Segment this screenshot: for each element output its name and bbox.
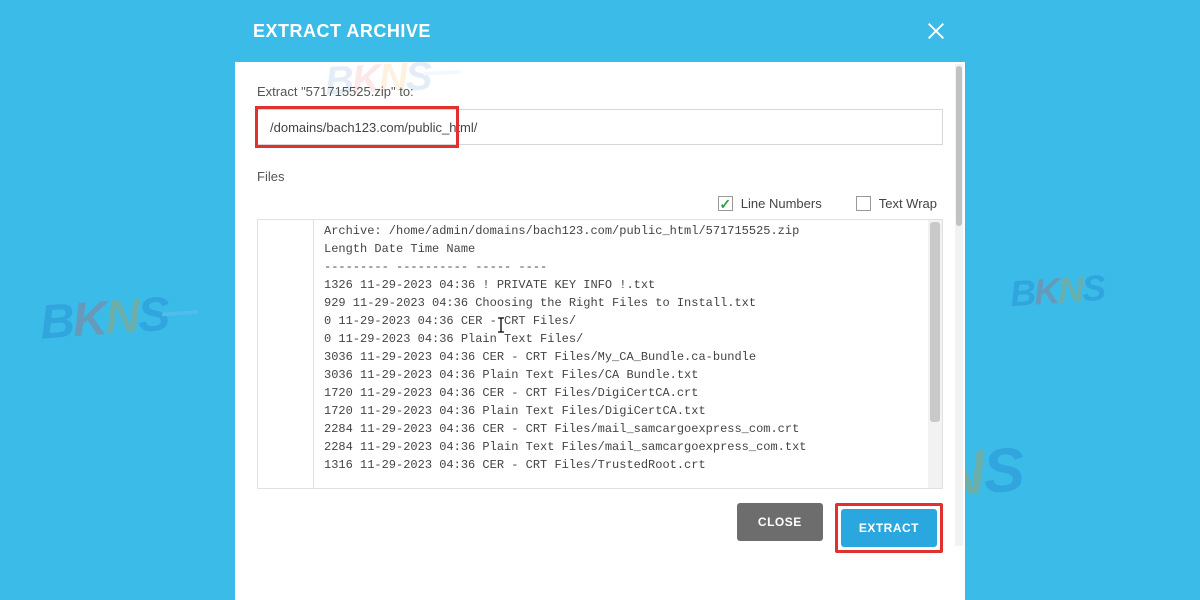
file-list-scrollbar[interactable]	[928, 220, 942, 488]
line-content: 3036 11-29-2023 04:36 CER - CRT Files/My…	[314, 350, 756, 364]
line-content: 0 11-29-2023 04:36 CER - CRT Files/	[314, 314, 576, 328]
line-content: Length Date Time Name	[314, 242, 475, 256]
line-content: --------- ---------- ----- ----	[314, 260, 547, 274]
file-list-line: 4.1326 11-29-2023 04:36 ! PRIVATE KEY IN…	[258, 276, 942, 294]
extract-path-input[interactable]	[257, 109, 943, 145]
text-wrap-checkbox[interactable]: Text Wrap	[856, 196, 937, 211]
line-content: 2284 11-29-2023 04:36 CER - CRT Files/ma…	[314, 422, 799, 436]
watermark-letter: N	[1057, 268, 1084, 311]
file-list-line: 12.2284 11-29-2023 04:36 CER - CRT Files…	[258, 420, 942, 438]
file-list-line: 9.3036 11-29-2023 04:36 Plain Text Files…	[258, 366, 942, 384]
line-content: 1720 11-29-2023 04:36 Plain Text Files/D…	[314, 404, 706, 418]
highlight-frame: EXTRACT	[835, 503, 943, 553]
file-list-line: 2.Length Date Time Name	[258, 240, 942, 258]
watermark-letter: N	[104, 290, 140, 345]
watermark-letter: K	[71, 292, 107, 347]
line-content: 0 11-29-2023 04:36 Plain Text Files/	[314, 332, 583, 346]
checkbox-icon	[856, 196, 871, 211]
watermark-letter: B	[1009, 272, 1036, 315]
file-list-line: 1.Archive: /home/admin/domains/bach123.c…	[258, 222, 942, 240]
dialog-buttons: CLOSE EXTRACT	[257, 503, 943, 553]
line-content: 1720 11-29-2023 04:36 CER - CRT Files/Di…	[314, 386, 698, 400]
file-list-line: 14.1316 11-29-2023 04:36 CER - CRT Files…	[258, 456, 942, 474]
file-list: 1.Archive: /home/admin/domains/bach123.c…	[257, 219, 943, 489]
dialog-body: BKNS— BKNS— Extract "571715525.zip" to: …	[235, 62, 965, 600]
extract-to-label: Extract "571715525.zip" to:	[257, 84, 943, 99]
file-list-line: 3.--------- ---------- ----- ----	[258, 258, 942, 276]
line-content: Archive: /home/admin/domains/bach123.com…	[314, 224, 799, 238]
watermark-letter: K	[1033, 270, 1060, 313]
watermark-letter: S	[136, 288, 170, 343]
close-button[interactable]: CLOSE	[737, 503, 823, 541]
extract-button[interactable]: EXTRACT	[841, 509, 937, 547]
line-content: 1326 11-29-2023 04:36 ! PRIVATE KEY INFO…	[314, 278, 655, 292]
line-number-gutter	[258, 220, 314, 488]
file-list-line: 6.0 11-29-2023 04:36 CER - CRT Files/	[258, 312, 942, 330]
watermark-letter: S	[981, 435, 1025, 507]
file-list-line: 8.3036 11-29-2023 04:36 CER - CRT Files/…	[258, 348, 942, 366]
scrollbar-thumb[interactable]	[930, 222, 940, 422]
dialog-scrollbar[interactable]	[955, 64, 963, 546]
files-section-label: Files	[257, 169, 943, 184]
checkbox-label: Line Numbers	[741, 196, 822, 211]
line-numbers-checkbox[interactable]: Line Numbers	[718, 196, 822, 211]
line-content: 929 11-29-2023 04:36 Choosing the Right …	[314, 296, 756, 310]
scrollbar-thumb[interactable]	[956, 66, 962, 226]
line-content: 2284 11-29-2023 04:36 Plain Text Files/m…	[314, 440, 806, 454]
line-content: 3036 11-29-2023 04:36 Plain Text Files/C…	[314, 368, 698, 382]
line-content: 1316 11-29-2023 04:36 CER - CRT Files/Tr…	[314, 458, 706, 472]
file-list-line: 5.929 11-29-2023 04:36 Choosing the Righ…	[258, 294, 942, 312]
extract-archive-dialog: EXTRACT ARCHIVE BKNS— BKNS— Extract "571…	[235, 0, 965, 600]
checkbox-label: Text Wrap	[879, 196, 937, 211]
file-list-line: 11.1720 11-29-2023 04:36 Plain Text File…	[258, 402, 942, 420]
file-list-line: 10.1720 11-29-2023 04:36 CER - CRT Files…	[258, 384, 942, 402]
dialog-title: EXTRACT ARCHIVE	[253, 21, 431, 42]
close-icon[interactable]	[925, 20, 947, 42]
file-list-line: 13.2284 11-29-2023 04:36 Plain Text File…	[258, 438, 942, 456]
watermark-letter: S	[1080, 267, 1105, 309]
file-list-options: Line Numbers Text Wrap	[257, 196, 943, 211]
file-list-line: 7.0 11-29-2023 04:36 Plain Text Files/	[258, 330, 942, 348]
checkbox-icon	[718, 196, 733, 211]
dialog-header: EXTRACT ARCHIVE	[235, 0, 965, 62]
watermark-letter: B	[38, 294, 74, 349]
